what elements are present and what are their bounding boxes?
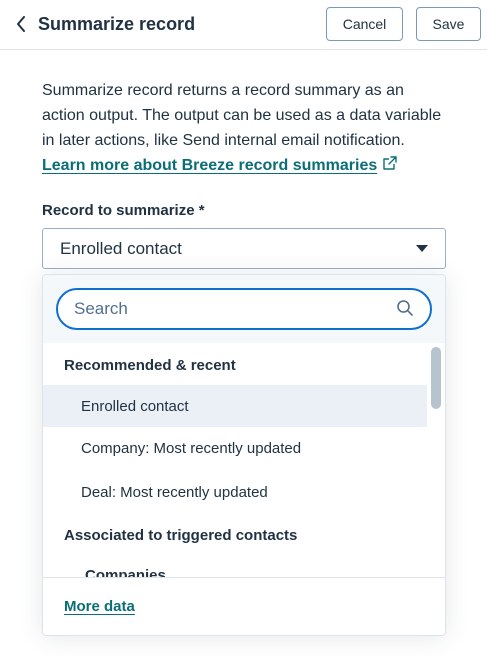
chevron-left-icon[interactable] (12, 12, 30, 36)
sub-group-companies[interactable]: Companies (85, 567, 166, 577)
record-field-label: Record to summarize * (42, 202, 205, 219)
record-dropdown-menu: Recommended & recent Enrolled contact Co… (42, 274, 446, 636)
record-select-value: Enrolled contact (60, 238, 182, 258)
caret-down-icon (416, 245, 428, 252)
option-deal-recent[interactable]: Deal: Most recently updated (43, 471, 427, 513)
external-link-icon (383, 153, 397, 178)
search-input[interactable] (74, 299, 374, 319)
option-label: Enrolled contact (81, 397, 189, 415)
option-label: Deal: Most recently updated (81, 483, 268, 501)
option-company-recent[interactable]: Company: Most recently updated (43, 427, 427, 469)
search-icon (396, 299, 414, 317)
search-field[interactable] (56, 288, 432, 330)
more-data-link[interactable]: More data (64, 598, 135, 615)
record-select[interactable]: Enrolled contact (42, 228, 446, 269)
search-area (43, 275, 445, 343)
option-label: Company: Most recently updated (81, 439, 302, 457)
scrollbar-thumb[interactable] (431, 347, 441, 409)
description-line: in later actions, like Send internal ema… (42, 132, 405, 149)
option-enrolled-contact[interactable]: Enrolled contact (43, 385, 427, 427)
learn-more-link[interactable]: Learn more about Breeze record summaries (42, 153, 397, 178)
description-line: action output. The output can be used as… (42, 107, 442, 124)
group-header: Recommended & recent (64, 357, 236, 374)
dropdown-footer: More data (43, 577, 445, 635)
description-line: Summarize record returns a record summar… (42, 82, 404, 99)
cancel-button[interactable]: Cancel (326, 7, 403, 41)
learn-more-label: Learn more about Breeze record summaries (42, 157, 378, 174)
save-button[interactable]: Save (416, 7, 481, 41)
options-scrollbar[interactable] (427, 343, 445, 577)
options-list[interactable]: Recommended & recent Enrolled contact Co… (43, 343, 427, 577)
action-description: Summarize record returns a record summar… (42, 78, 452, 153)
group-header: Associated to triggered contacts (64, 527, 298, 544)
panel-title: Summarize record (38, 14, 196, 34)
panel-header: Summarize record Cancel Save (0, 0, 487, 50)
